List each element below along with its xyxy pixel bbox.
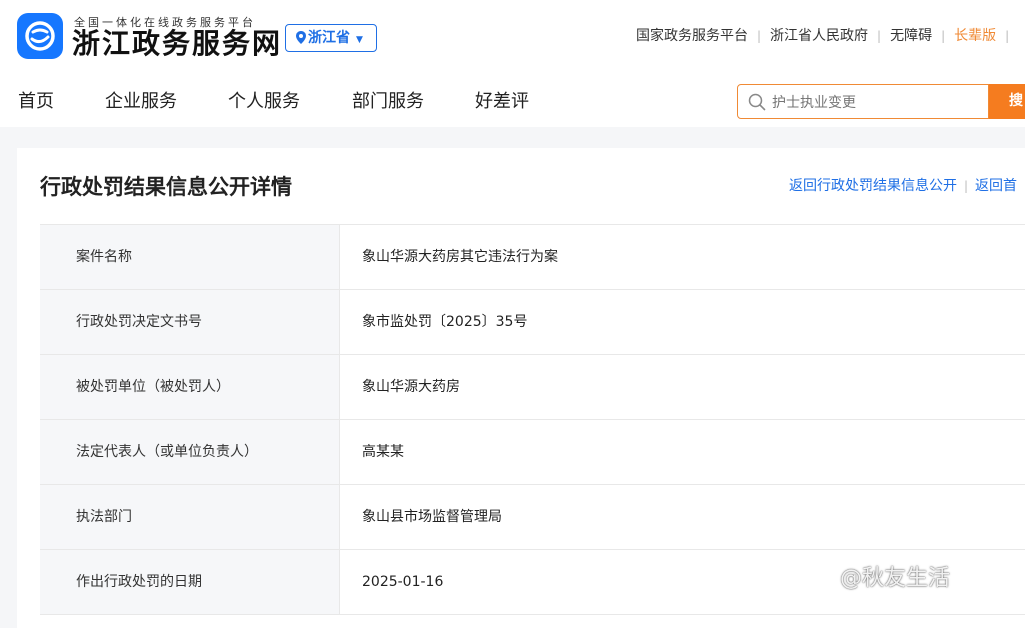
field-value: 象山县市场监督管理局 xyxy=(362,509,502,525)
caret-down-icon: ▼ xyxy=(356,35,363,45)
top-link-national-platform[interactable]: 国家政务服务平台 xyxy=(636,28,748,44)
field-value: 象市监处罚〔2025〕35号 xyxy=(362,314,528,330)
field-label: 法定代表人（或单位负责人） xyxy=(40,420,340,484)
divider: | xyxy=(941,29,946,43)
field-value: 象山华源大药房 xyxy=(362,379,460,395)
top-link-provincial-government[interactable]: 浙江省人民政府 xyxy=(770,28,868,44)
divider: | xyxy=(964,179,969,193)
top-link-elder-version[interactable]: 长辈版 xyxy=(954,28,996,44)
divider: | xyxy=(757,29,762,43)
field-value: 象山华源大药房其它违法行为案 xyxy=(362,249,558,265)
region-label: 浙江省 xyxy=(308,30,350,46)
table-row: 被处罚单位（被处罚人） 象山华源大药房 xyxy=(40,355,1025,420)
location-pin-icon xyxy=(296,27,306,53)
top-link-accessibility[interactable]: 无障碍 xyxy=(890,28,932,44)
search-icon xyxy=(748,93,766,115)
table-row: 执法部门 象山县市场监督管理局 xyxy=(40,485,1025,550)
nav-item-review[interactable]: 好差评 xyxy=(475,88,529,116)
back-links: 返回行政处罚结果信息公开 | 返回首 xyxy=(789,176,1017,196)
nav-item-personal-services[interactable]: 个人服务 xyxy=(228,88,300,116)
search-input[interactable] xyxy=(770,89,984,116)
nav-item-department-services[interactable]: 部门服务 xyxy=(352,88,424,116)
field-label: 执法部门 xyxy=(40,485,340,549)
detail-table: 案件名称 象山华源大药房其它违法行为案 行政处罚决定文书号 象市监处罚〔2025… xyxy=(40,224,1025,615)
divider: | xyxy=(877,29,882,43)
field-value: 2025-01-16 xyxy=(362,574,444,590)
nav-item-home[interactable]: 首页 xyxy=(18,88,54,116)
divider: | xyxy=(1005,29,1010,43)
logo-title[interactable]: 浙江政务服务网 xyxy=(72,26,282,62)
search-button[interactable]: 搜 xyxy=(989,84,1025,119)
site-header: 全国一体化在线政务服务平台 浙江政务服务网 浙江省 ▼ 国家政务服务平台 | 浙江省人… xyxy=(0,0,1025,127)
field-label: 行政处罚决定文书号 xyxy=(40,290,340,354)
top-links: 国家政务服务平台 | 浙江省人民政府 | 无障碍 | 长辈版 | xyxy=(636,26,1018,46)
table-row: 行政处罚决定文书号 象市监处罚〔2025〕35号 xyxy=(40,290,1025,355)
back-to-home-link[interactable]: 返回首 xyxy=(975,178,1017,194)
field-value: 高某某 xyxy=(362,444,404,460)
field-label: 作出行政处罚的日期 xyxy=(40,550,340,614)
logo-icon[interactable] xyxy=(17,13,63,59)
region-selector[interactable]: 浙江省 ▼ xyxy=(285,24,377,52)
field-label: 案件名称 xyxy=(40,225,340,289)
back-to-list-link[interactable]: 返回行政处罚结果信息公开 xyxy=(789,178,957,194)
search-box xyxy=(737,84,989,119)
page-title: 行政处罚结果信息公开详情 xyxy=(40,175,292,199)
table-row: 法定代表人（或单位负责人） 高某某 xyxy=(40,420,1025,485)
table-row: 案件名称 象山华源大药房其它违法行为案 xyxy=(40,225,1025,290)
nav-item-enterprise-services[interactable]: 企业服务 xyxy=(105,88,177,116)
watermark: @秋友生活 xyxy=(840,566,951,591)
field-label: 被处罚单位（被处罚人） xyxy=(40,355,340,419)
